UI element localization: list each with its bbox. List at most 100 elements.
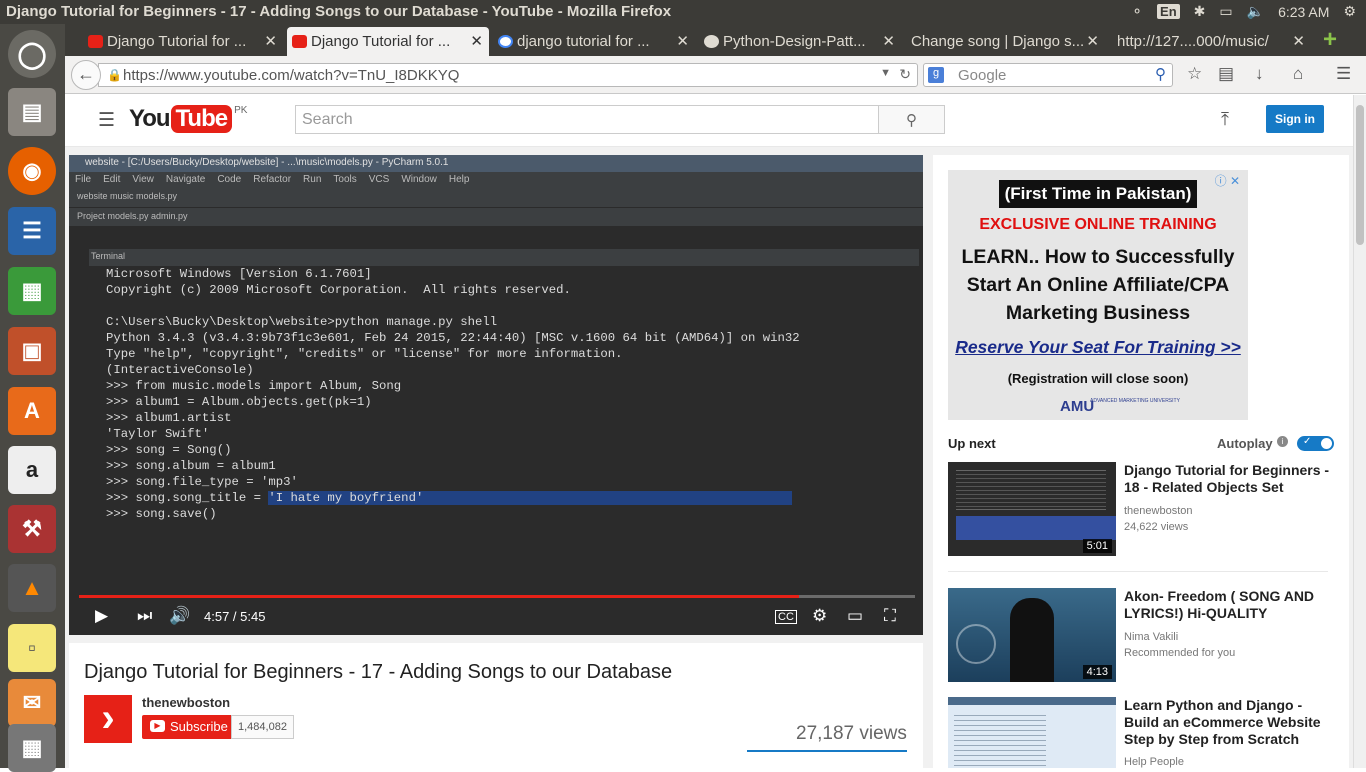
tab-label: Django Tutorial for ...: [311, 33, 451, 50]
ad-cta-link[interactable]: Reserve Your Seat For Training >>: [948, 337, 1248, 358]
calc-icon[interactable]: ▦: [8, 267, 56, 315]
terminal-line: Microsoft Windows [Version 6.1.7601]: [106, 267, 372, 281]
related-title[interactable]: Learn Python and Django - Build an eComm…: [1124, 697, 1336, 748]
youtube-search-button[interactable]: ⚲: [878, 105, 945, 134]
close-tab-icon[interactable]: ✕: [264, 32, 277, 50]
pycharm-title-bar: website - [C:/Users/Bucky/Desktop/websit…: [69, 155, 923, 172]
reload-icon[interactable]: ↻: [899, 66, 911, 83]
ad-note: (Registration will close soon): [1007, 371, 1189, 386]
scrollbar-thumb[interactable]: [1356, 105, 1364, 245]
play-icon[interactable]: ▶: [95, 606, 108, 626]
pycharm-menu-item: File: [75, 174, 92, 185]
google-engine-icon[interactable]: g: [928, 67, 944, 83]
close-tab-icon[interactable]: ✕: [1292, 32, 1305, 50]
settings-icon[interactable]: ⚒: [8, 505, 56, 553]
firefox-icon[interactable]: ◉: [8, 147, 56, 195]
related-channel: Nima Vakili: [1124, 631, 1179, 643]
terminal-line: >>> song.album = album1: [106, 459, 276, 473]
settings-gear-icon[interactable]: ⚙: [812, 606, 827, 626]
progress-bar[interactable]: [79, 595, 915, 598]
ad-banner[interactable]: (First Time in Pakistan) EXCLUSIVE ONLIN…: [948, 170, 1248, 420]
impress-icon[interactable]: ▣: [8, 327, 56, 375]
sidebar: (First Time in Pakistan) EXCLUSIVE ONLIN…: [933, 155, 1349, 768]
download-icon[interactable]: ↓: [1255, 64, 1264, 84]
youtube-search-input[interactable]: Search: [295, 105, 879, 134]
tab-3[interactable]: django tutorial for ... ✕: [493, 27, 695, 56]
related-video-3[interactable]: Learn Python and Django - Build an eComm…: [948, 697, 1348, 768]
volume-icon[interactable]: 🔊: [169, 606, 190, 626]
ubuntu-dash-icon[interactable]: ◯: [8, 30, 56, 78]
ad-close-icon[interactable]: ⓘ ✕: [1215, 172, 1240, 189]
keyboard-indicator[interactable]: En: [1157, 4, 1180, 19]
related-video-1[interactable]: 5:01 Django Tutorial for Beginners - 18 …: [948, 462, 1348, 556]
captions-icon[interactable]: CC: [775, 610, 797, 624]
battery-icon[interactable]: ▭: [1219, 3, 1232, 20]
upload-icon[interactable]: ⤒: [1221, 109, 1229, 130]
mail-icon[interactable]: ✉: [8, 679, 56, 727]
amazon-icon[interactable]: a: [8, 446, 56, 494]
fullscreen-icon[interactable]: ⛶: [884, 606, 896, 626]
tab-label: django tutorial for ...: [517, 33, 650, 50]
info-icon[interactable]: i: [1277, 436, 1288, 447]
lock-icon[interactable]: 🔒: [107, 68, 122, 82]
close-tab-icon[interactable]: ✕: [676, 32, 689, 50]
launcher: ◯ ▤ ◉ ☰ ▦ ▣ A a ⚒ ▲ ▫ ✉ ▦: [0, 24, 65, 772]
related-title[interactable]: Akon- Freedom ( SONG AND LYRICS!) Hi-QUA…: [1124, 588, 1336, 622]
url-bar[interactable]: 🔒 https://www.youtube.com/watch?v=TnU_I8…: [98, 63, 918, 87]
notes-icon[interactable]: ▫: [8, 624, 56, 672]
tab-6[interactable]: http://127....000/music/ ✕: [1109, 27, 1311, 56]
video-thumbnail[interactable]: 5:01: [948, 462, 1116, 556]
workspace-switcher-icon[interactable]: ▦: [8, 724, 56, 772]
new-tab-icon[interactable]: +: [1323, 26, 1337, 54]
volume-icon[interactable]: 🔈: [1247, 3, 1264, 20]
page-scrollbar[interactable]: [1353, 95, 1366, 768]
theater-mode-icon[interactable]: ▭: [847, 606, 863, 626]
pycharm-menu: File Edit View Navigate Code Refactor Run Tools…: [69, 172, 923, 188]
files-icon[interactable]: ▤: [8, 88, 56, 136]
back-button[interactable]: ←: [71, 60, 101, 90]
channel-name[interactable]: thenewboston: [142, 695, 230, 710]
next-icon[interactable]: ⏭: [137, 606, 152, 626]
gear-icon[interactable]: ⚙: [1343, 3, 1356, 20]
search-bar[interactable]: g Google ⚲: [923, 63, 1173, 87]
video-player[interactable]: website - [C:/Users/Bucky/Desktop/websit…: [69, 155, 923, 635]
related-meta: 24,622 views: [1124, 521, 1189, 533]
youtube-logo[interactable]: You Tube PK: [129, 105, 247, 133]
home-icon[interactable]: ⌂: [1293, 64, 1303, 84]
pycharm-menu-item: View: [132, 174, 154, 185]
tab-label: Change song | Django s...: [911, 33, 1085, 50]
close-tab-icon[interactable]: ✕: [882, 32, 895, 50]
bluetooth-icon[interactable]: ✱: [1194, 3, 1206, 20]
video-thumbnail[interactable]: 4:13: [948, 588, 1116, 682]
close-tab-icon[interactable]: ✕: [470, 32, 483, 50]
terminal-line: C:\Users\Bucky\Desktop\website>python ma…: [106, 315, 498, 329]
terminal-line: >>> from music.models import Album, Song: [106, 379, 402, 393]
reading-list-icon[interactable]: ▤: [1218, 64, 1234, 84]
sign-in-button[interactable]: Sign in: [1266, 105, 1324, 133]
tab-5[interactable]: Change song | Django s... ✕: [903, 27, 1105, 56]
tab-4[interactable]: Python-Design-Patt... ✕: [699, 27, 901, 56]
search-icon[interactable]: ⚲: [1155, 65, 1166, 83]
video-thumbnail[interactable]: [948, 697, 1116, 768]
related-video-2[interactable]: 4:13 Akon- Freedom ( SONG AND LYRICS!) H…: [948, 588, 1348, 682]
software-center-icon[interactable]: A: [8, 387, 56, 435]
channel-avatar[interactable]: ›: [84, 695, 132, 743]
url-dropdown-icon[interactable]: ▼: [880, 67, 891, 79]
region-code: PK: [234, 105, 248, 116]
wifi-icon[interactable]: ⚬: [1131, 3, 1143, 20]
tab-2-active[interactable]: Django Tutorial for ... ✕: [287, 27, 489, 56]
vlc-icon[interactable]: ▲: [8, 564, 56, 612]
guide-menu-icon[interactable]: ☰: [98, 109, 115, 132]
clock[interactable]: 6:23 AM: [1278, 4, 1329, 20]
related-title[interactable]: Django Tutorial for Beginners - 18 - Rel…: [1124, 462, 1336, 496]
like-ratio-bar: [747, 750, 907, 752]
autoplay-toggle[interactable]: ✓: [1297, 436, 1334, 451]
tab-1[interactable]: Django Tutorial for ... ✕: [83, 27, 283, 56]
subscribe-button[interactable]: ▶ Subscribe: [142, 715, 236, 739]
github-favicon-icon: [704, 35, 719, 48]
writer-icon[interactable]: ☰: [8, 207, 56, 255]
bookmark-star-icon[interactable]: ☆: [1187, 64, 1202, 84]
close-tab-icon[interactable]: ✕: [1086, 32, 1099, 50]
terminal-line: Type "help", "copyright", "credits" or "…: [106, 347, 623, 361]
menu-icon[interactable]: ☰: [1336, 64, 1351, 84]
